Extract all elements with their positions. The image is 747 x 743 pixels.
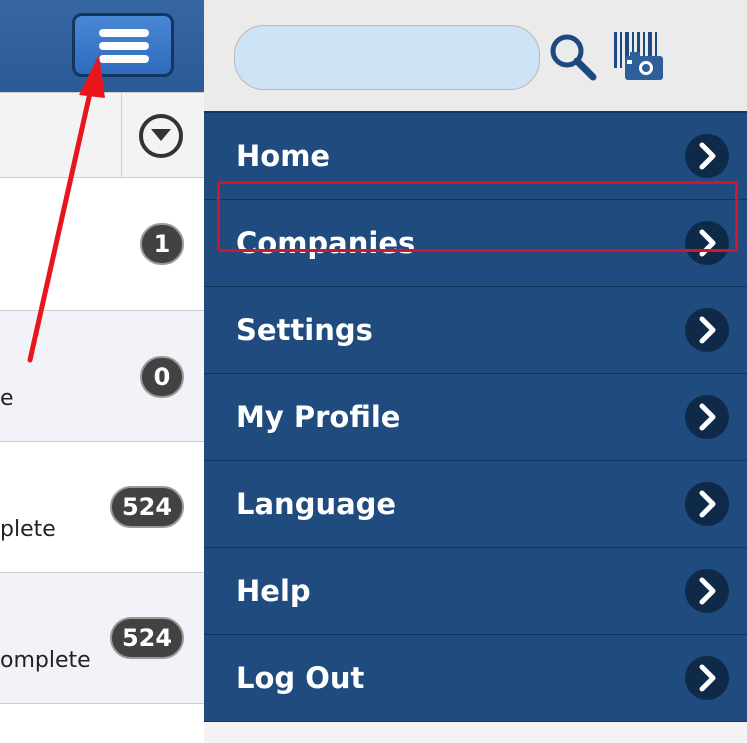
barcode-camera-icon[interactable]: [612, 30, 664, 82]
menu-button[interactable]: [72, 13, 174, 77]
drawer-header: [204, 0, 747, 113]
menu-item-settings[interactable]: Settings: [204, 287, 747, 374]
menu-item-label: Language: [236, 487, 397, 521]
count-badge: 524: [110, 617, 184, 659]
list-item[interactable]: [0, 704, 204, 743]
menu-item-companies[interactable]: Companies: [204, 200, 747, 287]
search-icon[interactable]: [546, 30, 598, 82]
menu-item-help[interactable]: Help: [204, 548, 747, 635]
menu-item-my-profile[interactable]: My Profile: [204, 374, 747, 461]
chevron-right-icon: [685, 656, 729, 700]
row-status-text: omplete: [0, 648, 91, 673]
menu-item-home[interactable]: Home: [204, 113, 747, 200]
menu-item-label: Settings: [236, 313, 373, 347]
search-input[interactable]: [234, 25, 540, 90]
list-item[interactable]: 0 e: [0, 311, 204, 442]
menu-item-label: My Profile: [236, 400, 401, 434]
row-status-text: plete: [0, 517, 56, 542]
menu-item-label: Companies: [236, 226, 416, 260]
chevron-right-icon: [685, 482, 729, 526]
list-item[interactable]: 1: [0, 178, 204, 311]
drawer-menu: Home Companies Settings My Profile Langu…: [204, 113, 747, 722]
row-status-text: e: [0, 386, 14, 411]
menu-item-language[interactable]: Language: [204, 461, 747, 548]
list-item[interactable]: 524 plete: [0, 442, 204, 573]
hamburger-menu-icon: [99, 29, 149, 37]
app-header: [0, 0, 204, 92]
chevron-right-icon: [685, 395, 729, 439]
drawer-footer: [204, 722, 747, 743]
menu-item-label: Home: [236, 139, 331, 173]
count-badge: 0: [140, 356, 184, 398]
list-item[interactable]: 524 omplete: [0, 573, 204, 704]
divider: [121, 93, 122, 179]
chevron-right-icon: [685, 308, 729, 352]
count-badge: 524: [110, 486, 184, 528]
dropdown-circle-icon[interactable]: [139, 114, 183, 158]
chevron-right-icon: [685, 569, 729, 613]
chevron-right-icon: [685, 134, 729, 178]
main-view: 1 0 e 524 plete 524 omplete: [0, 0, 204, 743]
count-badge: 1: [140, 223, 184, 265]
navigation-drawer: Home Companies Settings My Profile Langu…: [204, 0, 747, 743]
menu-item-label: Help: [236, 574, 311, 608]
menu-item-label: Log Out: [236, 661, 365, 695]
menu-item-log-out[interactable]: Log Out: [204, 635, 747, 722]
chevron-right-icon: [685, 221, 729, 265]
